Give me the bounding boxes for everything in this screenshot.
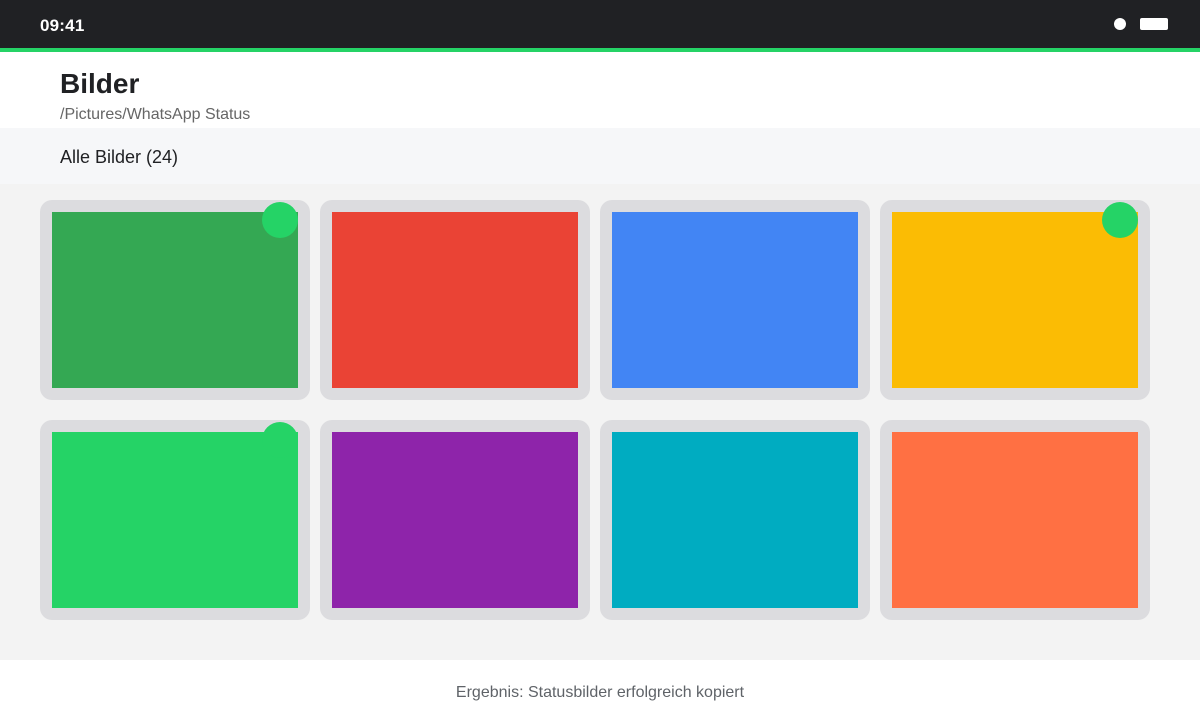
image-tile[interactable]: [600, 200, 870, 400]
image-tile[interactable]: [600, 420, 870, 620]
image-thumbnail: [52, 212, 298, 388]
image-tile[interactable]: [880, 200, 1150, 400]
image-thumbnail: [52, 432, 298, 608]
image-tile[interactable]: [320, 200, 590, 400]
image-thumbnail: [332, 212, 578, 388]
selected-indicator-icon: [262, 422, 298, 458]
status-bar: 09:41: [0, 0, 1200, 52]
folder-path: /Pictures/WhatsApp Status: [60, 106, 251, 123]
image-thumbnail: [892, 432, 1138, 608]
selected-indicator-icon: [262, 202, 298, 238]
image-thumbnail: [612, 212, 858, 388]
image-tile[interactable]: [880, 420, 1150, 620]
image-gallery: [0, 184, 1200, 660]
image-tile[interactable]: [320, 420, 590, 620]
header: Bilder /Pictures/WhatsApp Status: [0, 52, 1200, 128]
signal-dot-icon: [1114, 18, 1126, 30]
filter-label[interactable]: Alle Bilder (24): [60, 147, 178, 168]
image-thumbnail: [612, 432, 858, 608]
image-tile[interactable]: [40, 200, 310, 400]
image-tile[interactable]: [40, 420, 310, 620]
page-title: Bilder: [60, 68, 140, 99]
footer: Ergebnis: Statusbilder erfolgreich kopie…: [0, 660, 1200, 720]
selected-indicator-icon: [1102, 202, 1138, 238]
status-time: 09:41: [40, 16, 85, 35]
image-thumbnail: [332, 432, 578, 608]
battery-icon: [1140, 18, 1168, 30]
image-thumbnail: [892, 212, 1138, 388]
result-message: Ergebnis: Statusbilder erfolgreich kopie…: [455, 684, 745, 701]
filter-bar[interactable]: Alle Bilder (24): [0, 128, 1200, 184]
